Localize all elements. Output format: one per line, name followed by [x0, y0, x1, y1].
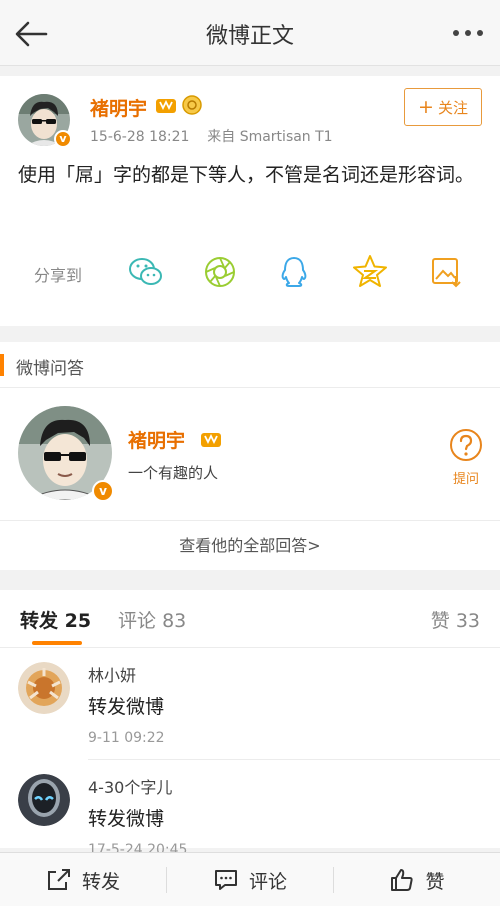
- repost-user-name[interactable]: 林小妍: [88, 662, 136, 686]
- author-name[interactable]: 褚明宇: [90, 94, 147, 121]
- qa-user-name[interactable]: 褚明宇: [128, 426, 185, 453]
- follow-label: 关注: [437, 98, 468, 117]
- repost-avatar[interactable]: [18, 774, 70, 826]
- tab-likes[interactable]: 赞 33: [431, 606, 480, 633]
- tab-reposts[interactable]: 转发 25: [20, 606, 91, 633]
- wechat-icon[interactable]: [126, 252, 166, 292]
- repost-avatar[interactable]: [18, 662, 70, 714]
- repost-text: 转发微博: [88, 808, 165, 830]
- view-all-answers-link[interactable]: 查看他的全部回答>: [0, 520, 500, 570]
- vip-crown-icon: [201, 433, 221, 447]
- repost-text: 转发微博: [88, 696, 165, 718]
- qq-icon[interactable]: [274, 252, 314, 292]
- tab-comments-count: 83: [162, 610, 187, 632]
- page-title: 微博正文: [205, 24, 294, 49]
- repost-list: 林小妍 转发微博 9-11 09:22 4-30个字儿 转发微博 17-5-24…: [0, 648, 500, 858]
- interaction-tabs: 转发 25 评论 83 赞 33: [0, 590, 500, 648]
- verified-badge-icon: v: [54, 130, 72, 148]
- repost-button[interactable]: 转发: [0, 853, 166, 906]
- comment-label: 评论: [248, 870, 287, 893]
- thumbs-up-icon: [391, 869, 414, 891]
- like-label: 赞: [425, 870, 445, 893]
- post-time: 15-6-28 18:21: [90, 129, 190, 145]
- repost-user-name[interactable]: 4-30个字儿: [88, 774, 172, 798]
- medal-icon: [182, 95, 202, 115]
- author-badges: [155, 94, 203, 116]
- qa-title: 微博问答: [16, 359, 84, 379]
- qa-accent-bar: [0, 354, 4, 376]
- post-source[interactable]: 来自 Smartisan T1: [207, 129, 332, 145]
- like-button[interactable]: 赞: [334, 853, 500, 906]
- comment-icon: [214, 870, 237, 890]
- save-image-icon[interactable]: [426, 252, 466, 292]
- qa-avatar[interactable]: v: [18, 406, 114, 502]
- repost-time: 9-11 09:22: [88, 730, 165, 746]
- list-item[interactable]: 林小妍 转发微博 9-11 09:22: [0, 648, 500, 760]
- share-label: 分享到: [34, 266, 83, 285]
- share-row: 分享到: [0, 250, 500, 302]
- tab-reposts-count: 25: [64, 610, 92, 632]
- qa-header: 微博问答: [0, 342, 500, 388]
- question-icon: [450, 429, 482, 461]
- tab-reposts-label: 转发: [20, 610, 59, 632]
- post-card: v 褚明宇 15-6-28 18:21 来自 Smartisan T1 + 关注…: [0, 76, 500, 326]
- active-tab-indicator: [32, 641, 82, 645]
- qa-user-bio: 一个有趣的人: [128, 464, 219, 482]
- tab-likes-count: 33: [455, 610, 480, 632]
- top-nav-bar: 微博正文: [0, 0, 500, 66]
- post-meta: 15-6-28 18:21 来自 Smartisan T1: [90, 126, 333, 146]
- tab-likes-label: 赞: [430, 610, 450, 632]
- tab-comments-label: 评论: [118, 610, 157, 632]
- author-avatar[interactable]: v: [18, 94, 72, 148]
- verified-badge-icon: v: [92, 480, 114, 502]
- post-text: 使用「屌」字的都是下等人，不管是名词还是形容词。: [18, 164, 475, 186]
- comment-button[interactable]: 评论: [167, 853, 333, 906]
- more-options-icon[interactable]: [448, 16, 488, 50]
- plus-icon: +: [418, 95, 434, 118]
- moments-icon[interactable]: [200, 252, 240, 292]
- repost-icon: [47, 869, 70, 890]
- qzone-icon[interactable]: [350, 252, 390, 292]
- repost-label: 转发: [81, 870, 120, 893]
- qa-card: 微博问答 v 褚明宇 一个有趣的人 提问 查看他的全部回答>: [0, 342, 500, 570]
- tab-comments[interactable]: 评论 83: [118, 606, 186, 633]
- follow-button[interactable]: + 关注: [404, 88, 482, 126]
- ask-question-button[interactable]: 提问: [442, 428, 490, 487]
- bottom-action-bar: 转发 评论 赞: [0, 852, 500, 906]
- vip-crown-icon: [156, 99, 176, 113]
- ask-label: 提问: [452, 472, 479, 487]
